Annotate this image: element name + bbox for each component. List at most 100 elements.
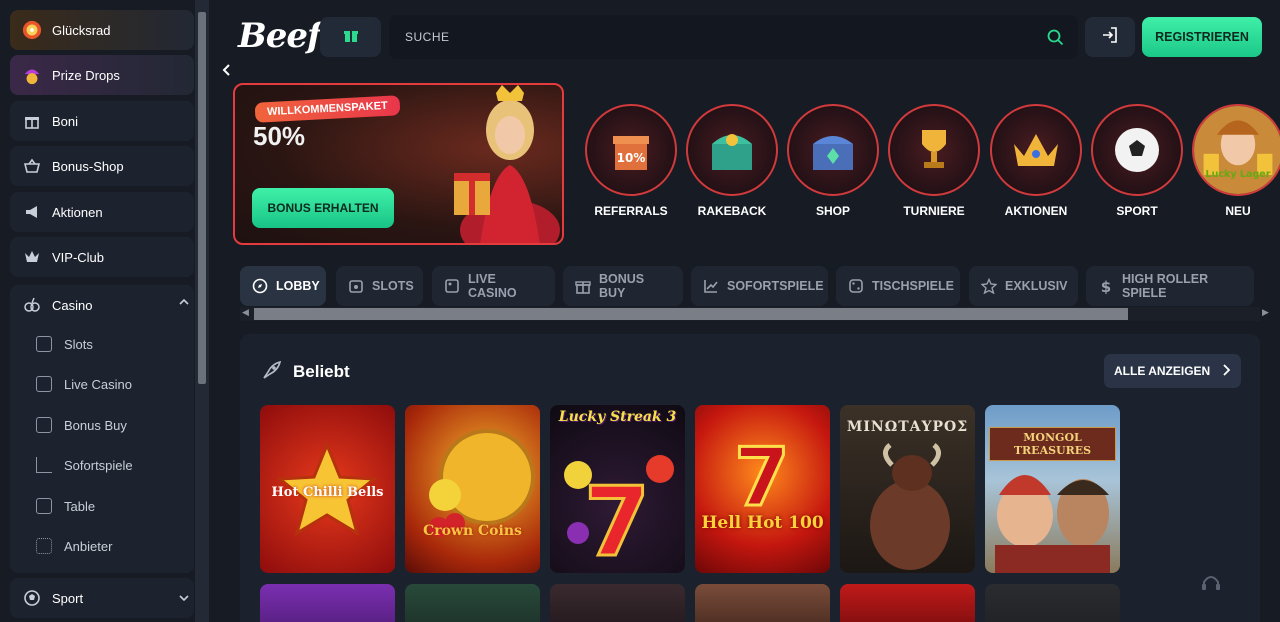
game-tile[interactable]: [985, 584, 1120, 622]
game-tile[interactable]: [550, 584, 685, 622]
tab-label: SOFORTSPIELE: [727, 279, 824, 293]
wheel-icon: [22, 20, 42, 40]
game-tile[interactable]: 7 Hell Hot 100: [695, 405, 830, 573]
sidebar-item-sport[interactable]: Sport: [10, 578, 194, 618]
bonus-claim-button[interactable]: BONUS ERHALTEN: [252, 188, 394, 228]
gift-icon: [343, 27, 359, 48]
svg-text:$: $: [1101, 278, 1111, 294]
scroll-left-arrow[interactable]: ◀: [242, 307, 249, 318]
sidebar-item-casino[interactable]: Casino: [10, 285, 194, 325]
game-tile[interactable]: Hot Chilli Bells: [260, 405, 395, 573]
sidebar-item-aktionen[interactable]: Aktionen: [10, 192, 194, 232]
game-tile[interactable]: 7 Lucky Streak 3: [550, 405, 685, 573]
high-roller-spiele-icon: $: [1098, 278, 1114, 294]
game-title: MONGOL TREASURES: [989, 427, 1116, 461]
tab-slots[interactable]: SLOTS: [336, 266, 423, 306]
slots-icon: [36, 336, 52, 352]
login-icon: [1101, 26, 1119, 49]
category-aktionen[interactable]: AKTIONEN: [988, 104, 1084, 218]
crown-icon: [22, 247, 42, 267]
scroll-right-arrow[interactable]: ▶: [1262, 307, 1269, 318]
category-referrals[interactable]: 10% REFERRALS: [583, 104, 679, 218]
collapse-sidebar-button[interactable]: [217, 60, 237, 84]
sidebar-item-gluecksrad[interactable]: Glücksrad: [10, 10, 194, 50]
rocket-icon: [260, 360, 282, 387]
sidebar-item-vip-club[interactable]: VIP-Club: [10, 237, 194, 277]
casino-icon: [22, 295, 42, 315]
sidebar-sub-slots[interactable]: Slots: [36, 332, 93, 356]
support-headset-icon[interactable]: [1200, 572, 1222, 599]
sidebar-sub-label: Table: [64, 498, 96, 514]
tab-tischspiele[interactable]: TISCHSPIELE: [836, 266, 960, 306]
category-label: SPORT: [1116, 204, 1158, 218]
sidebar-sub-sofortspiele[interactable]: Sofortspiele: [36, 453, 133, 477]
tischspiele-icon: [848, 278, 864, 294]
svg-text:7: 7: [584, 468, 650, 573]
category-shop[interactable]: SHOP: [785, 104, 881, 218]
sidebar: Glücksrad Prize Drops Boni Bonus-Shop Ak…: [0, 0, 210, 622]
sidebar-item-label: Sport: [52, 590, 84, 606]
sidebar-sub-label: Anbieter: [64, 538, 113, 554]
chevron-down-icon: [178, 592, 190, 607]
category-label: REFERRALS: [594, 204, 668, 218]
chevron-left-icon: [222, 63, 232, 81]
lobby-icon: [252, 278, 268, 294]
category-neu[interactable]: Lucky Lager NEU: [1190, 104, 1280, 218]
sidebar-sub-label: Live Casino: [64, 376, 132, 392]
referrals-icon: 10%: [585, 104, 677, 196]
logo[interactable]: Beef: [238, 16, 322, 56]
game-tile[interactable]: [260, 584, 395, 622]
slots-icon: [348, 278, 364, 294]
game-tile[interactable]: [840, 584, 975, 622]
neu-icon: Lucky Lager: [1192, 104, 1280, 196]
category-rakeback[interactable]: RAKEBACK: [684, 104, 780, 218]
tab-high-roller-spiele[interactable]: $ HIGH ROLLER SPIELE: [1086, 266, 1254, 306]
tab-bonus-buy[interactable]: BONUS BUY: [563, 266, 683, 306]
game-tile[interactable]: [695, 584, 830, 622]
sidebar-item-boni[interactable]: Boni: [10, 101, 194, 141]
show-all-button[interactable]: ALLE ANZEIGEN: [1104, 354, 1241, 388]
prize-drops-icon: [22, 65, 42, 85]
game-title: Hot Chilli Bells: [271, 485, 384, 500]
category-turniere[interactable]: TURNIERE: [886, 104, 982, 218]
sidebar-scroll-thumb[interactable]: [198, 12, 206, 384]
login-button[interactable]: [1085, 17, 1135, 57]
search-placeholder: SUCHE: [405, 30, 450, 44]
sidebar-item-label: Prize Drops: [52, 67, 120, 83]
search-input[interactable]: SUCHE: [389, 15, 1078, 59]
svg-text:Lucky Lager: Lucky Lager: [1206, 169, 1271, 180]
promo-percent: 50%: [253, 121, 306, 151]
game-tile[interactable]: ΜΙΝΩΤΑΥΡΟΣ: [840, 405, 975, 573]
sidebar-item-label: VIP-Club: [52, 249, 105, 265]
game-tile[interactable]: [405, 584, 540, 622]
sidebar-item-prize-drops[interactable]: Prize Drops: [10, 55, 194, 95]
turniere-icon: [888, 104, 980, 196]
tab-sofortspiele[interactable]: SOFORTSPIELE: [691, 266, 828, 306]
search-icon[interactable]: [1047, 29, 1064, 49]
register-button[interactable]: REGISTRIEREN: [1142, 17, 1262, 57]
category-label: SHOP: [815, 204, 850, 218]
chart-icon: [36, 457, 52, 473]
sidebar-sub-bonus-buy[interactable]: Bonus Buy: [36, 413, 127, 437]
game-tile[interactable]: MONGOL TREASURES: [985, 405, 1120, 573]
sidebar-sub-anbieter[interactable]: Anbieter: [36, 534, 112, 558]
gift-button[interactable]: [320, 17, 381, 57]
game-title: Lucky Streak 3: [558, 409, 677, 425]
tab-label: TISCHSPIELE: [872, 279, 954, 293]
tab-exklusiv[interactable]: EXKLUSIV: [969, 266, 1078, 306]
welcome-promo-banner[interactable]: WILLKOMMENSPAKET 50% BONUS ERHALTEN: [233, 83, 564, 245]
category-sport[interactable]: SPORT: [1089, 104, 1185, 218]
game-tile[interactable]: Crown Coins: [405, 405, 540, 573]
tab-live-casino[interactable]: LIVE CASINO: [432, 266, 555, 306]
section-title: Beliebt: [293, 362, 350, 381]
tab-lobby[interactable]: LOBBY: [240, 266, 326, 306]
tabs-scroll-thumb[interactable]: [254, 308, 1128, 320]
sidebar-sub-table[interactable]: Table: [36, 494, 95, 518]
sidebar-sub-live-casino[interactable]: Live Casino: [36, 372, 132, 396]
ball-icon: [22, 588, 42, 608]
sidebar-item-bonus-shop[interactable]: Bonus-Shop: [10, 146, 194, 186]
megaphone-icon: [22, 202, 42, 222]
chevron-up-icon: [178, 296, 190, 311]
tab-label: SLOTS: [372, 279, 414, 293]
sidebar-sub-label: Bonus Buy: [64, 417, 127, 433]
